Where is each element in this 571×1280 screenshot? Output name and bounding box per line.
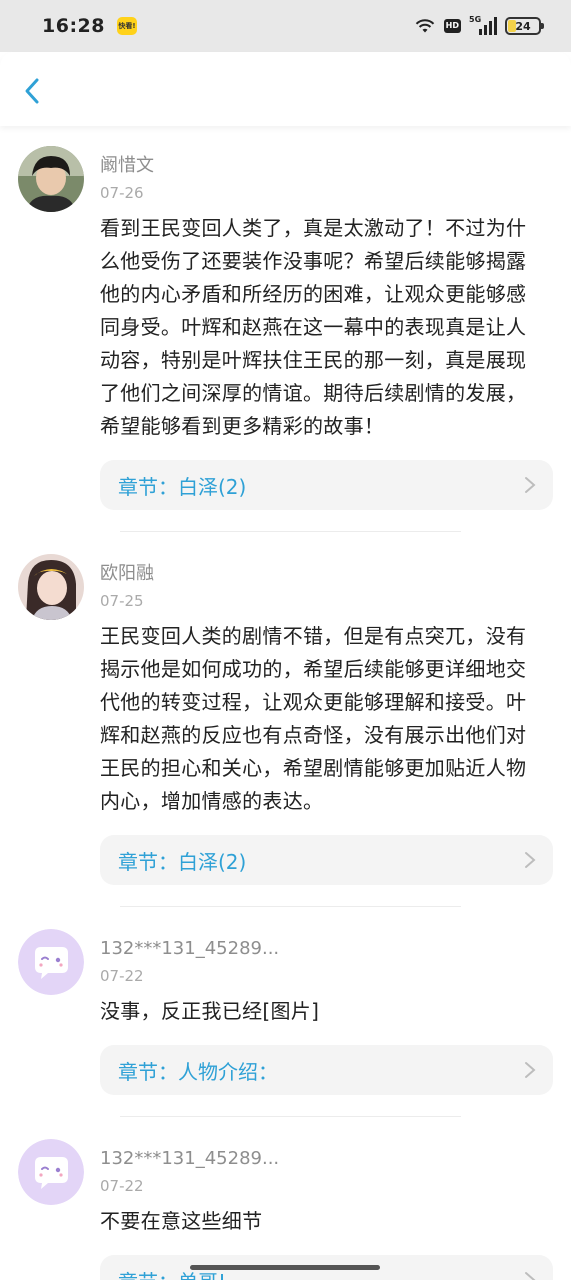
battery-icon: 24 (505, 17, 544, 35)
photo-avatar-icon (18, 554, 84, 620)
home-indicator[interactable] (190, 1265, 380, 1270)
comment-content: 王民变回人类的剧情不错，但是有点突兀，没有揭示他是如何成功的，希望后续能够更详细… (100, 624, 527, 813)
chapter-label: 章节：白泽(2) (118, 849, 247, 874)
comment-date: 07-26 (100, 184, 144, 202)
chat-bubble-avatar-icon (18, 1139, 84, 1205)
comment-content: 不要在意这些细节 (100, 1209, 263, 1233)
photo-avatar-icon (18, 146, 84, 212)
chapter-label: 章节：人物介绍： (118, 1059, 278, 1084)
username: 132***131_45289... (100, 1148, 280, 1169)
comment-item: 132***131_45289... 07-22 不要在意这些细节 章节：单哥! (0, 1117, 571, 1280)
chapter-link[interactable]: 章节：白泽(2) (100, 835, 553, 885)
comment-date: 07-22 (100, 1177, 144, 1195)
signal-icon: 5G (469, 15, 497, 35)
hd-badge: HD (443, 19, 461, 33)
avatar[interactable] (18, 554, 84, 620)
avatar[interactable] (18, 929, 84, 995)
chapter-link[interactable]: 章节：人物介绍： (100, 1045, 553, 1095)
status-indicators: HD 5G 24 (414, 15, 544, 35)
comment-item: 阚惜文 07-26 看到王民变回人类了，真是太激动了！不过为什么他受伤了还要装作… (0, 130, 571, 510)
chevron-right-icon (525, 1272, 536, 1280)
chapter-link[interactable]: 章节：白泽(2) (100, 460, 553, 510)
comment-content: 看到王民变回人类了，真是太激动了！不过为什么他受伤了还要装作没事呢？希望后续能够… (100, 216, 527, 438)
nav-bar (0, 52, 571, 126)
comment-item: 欧阳融 07-25 王民变回人类的剧情不错，但是有点突兀，没有揭示他是如何成功的… (0, 532, 571, 885)
wifi-icon (415, 19, 434, 33)
avatar[interactable] (18, 1139, 84, 1205)
comment-date: 07-25 (100, 592, 144, 610)
comment-item: 132***131_45289... 07-22 没事，反正我已经[图片] 章节… (0, 907, 571, 1095)
comment-content: 没事，反正我已经[图片] (100, 999, 320, 1023)
chat-bubble-avatar-icon (18, 929, 84, 995)
comment-list: 阚惜文 07-26 看到王民变回人类了，真是太激动了！不过为什么他受伤了还要装作… (0, 130, 571, 1280)
username: 阚惜文 (100, 155, 154, 176)
chevron-right-icon (525, 1062, 536, 1078)
username: 欧阳融 (100, 563, 154, 584)
battery-level: 24 (515, 19, 531, 33)
chevron-right-icon (525, 477, 536, 493)
comment-date: 07-22 (100, 967, 144, 985)
avatar[interactable] (18, 146, 84, 212)
username: 132***131_45289... (100, 938, 280, 959)
network-label: 5G (469, 15, 482, 24)
status-time: 16:28 (42, 15, 105, 37)
chevron-left-icon[interactable] (18, 74, 48, 108)
chapter-label: 章节：白泽(2) (118, 474, 247, 499)
kuaikan-app-icon: 快看! (116, 17, 137, 35)
status-bar: 16:28 快看! HD 5G 24 (0, 0, 571, 52)
chevron-right-icon (525, 852, 536, 868)
